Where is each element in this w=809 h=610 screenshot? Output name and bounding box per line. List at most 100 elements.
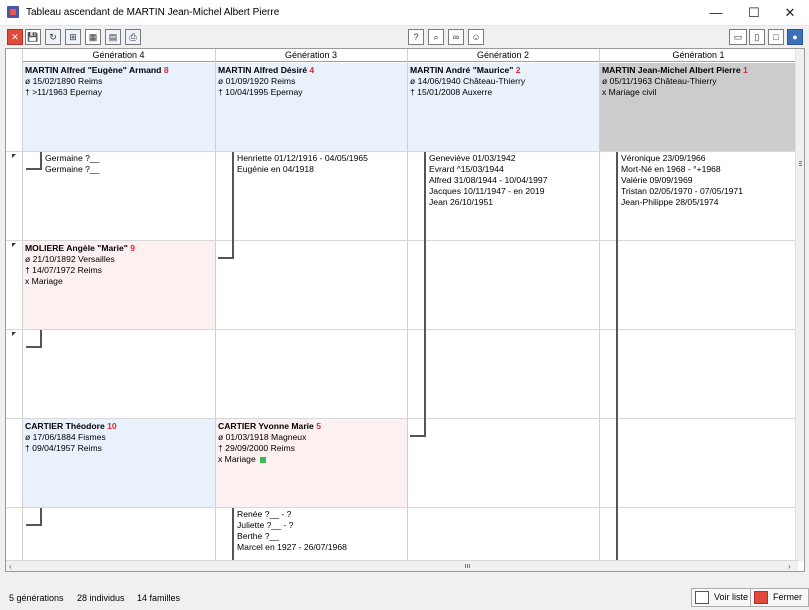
individus-count: 28 individus	[77, 593, 125, 603]
person-name: MARTIN André "Maurice"	[410, 65, 514, 75]
marriage-status-icon	[259, 456, 266, 463]
list-item[interactable]: Jean 26/10/1951	[429, 197, 548, 208]
person-number: 1	[743, 65, 748, 75]
left-gutter	[6, 63, 22, 561]
layout-tall-icon[interactable]: ▯	[749, 29, 765, 45]
header-generation-4[interactable]: Génération 4	[22, 49, 215, 62]
vertical-scrollbar[interactable]	[795, 49, 804, 561]
collapse-marker[interactable]	[12, 154, 16, 158]
person-number: 4	[309, 65, 315, 75]
row-divider	[6, 329, 798, 330]
person-number: 8	[163, 65, 169, 75]
scroll-left-icon[interactable]: ‹	[9, 562, 12, 571]
familles-count: 14 familles	[137, 593, 181, 603]
list-item[interactable]: Valérie 09/09/1969	[621, 175, 743, 186]
collapse-marker[interactable]	[12, 243, 16, 247]
marriage-info: x Mariage	[25, 276, 63, 286]
title-bar: Tableau ascendant de MARTIN Jean-Michel …	[0, 0, 809, 26]
binoculars-icon[interactable]: ∞	[448, 29, 464, 45]
list-item[interactable]: Juliette ?__ - ?	[237, 520, 347, 531]
list-item[interactable]: Marcel en 1927 - 26/07/1968	[237, 542, 347, 553]
list-item[interactable]: Véronique 23/09/1966	[621, 153, 743, 164]
list-item[interactable]: Tristan 02/05/1970 - 07/05/1971	[621, 186, 743, 197]
connector-line	[26, 168, 42, 170]
person-blue-icon[interactable]: ●	[787, 29, 803, 45]
fermer-button[interactable]: Fermer	[750, 588, 809, 607]
sibling-list: Germaine ?__ Germaine ?__	[45, 153, 99, 175]
refresh-icon[interactable]: ↻	[45, 29, 61, 45]
layout-box-icon[interactable]: □	[768, 29, 784, 45]
list-item[interactable]: Geneviève 01/03/1942	[429, 153, 548, 164]
sibling-list: Renée ?__ - ? Juliette ?__ - ? Berthe ?_…	[237, 509, 347, 553]
person-name: CARTIER Yvonne Marie	[218, 421, 314, 431]
death-info: † >11/1963 Epernay	[25, 87, 103, 97]
header-generation-2[interactable]: Génération 2	[407, 49, 599, 62]
person-card-10[interactable]: CARTIER Théodore 10 ø 17/06/1884 Fismes …	[23, 419, 215, 507]
death-info: † 09/04/1957 Reims	[25, 443, 102, 453]
list-icon	[695, 591, 709, 604]
connector-line	[40, 152, 42, 169]
person-card-9[interactable]: MOLIERE Angèle "Marie" 9 ø 21/10/1892 Ve…	[23, 241, 215, 329]
voir-liste-button[interactable]: Voir liste	[691, 588, 756, 607]
person-name: MARTIN Jean-Michel Albert Pierre	[602, 65, 741, 75]
person-card-1[interactable]: MARTIN Jean-Michel Albert Pierre 1 ø 05/…	[600, 63, 798, 151]
list-item[interactable]: Alfred 31/08/1944 - 10/04/1997	[429, 175, 548, 186]
save-icon[interactable]: 💾	[25, 29, 41, 45]
help-icon[interactable]: ?	[408, 29, 424, 45]
list-item[interactable]: Berthe ?__	[237, 531, 347, 542]
scroll-grip	[799, 163, 802, 164]
marriage-info: x Mariage	[218, 454, 256, 464]
voir-liste-label: Voir liste	[714, 592, 749, 602]
horizontal-scrollbar[interactable]: ‹ ›	[6, 560, 798, 571]
header-generation-1[interactable]: Génération 1	[599, 49, 798, 62]
connector-line	[424, 152, 426, 437]
print-icon[interactable]: ⎙	[125, 29, 141, 45]
list-item[interactable]: Evrard ^15/03/1944	[429, 164, 548, 175]
list-item[interactable]: Germaine ?__	[45, 153, 99, 164]
list-item[interactable]: Jean-Philippe 28/05/1974	[621, 197, 743, 208]
collapse-marker[interactable]	[12, 332, 16, 336]
marriage-info: x Mariage civil	[602, 87, 657, 97]
scroll-grip	[469, 564, 470, 568]
search-icon[interactable]: ⌕	[428, 29, 444, 45]
header-generation-3[interactable]: Génération 3	[215, 49, 407, 62]
film-icon[interactable]: ▦	[85, 29, 101, 45]
person-name: CARTIER Théodore	[25, 421, 105, 431]
tree-icon[interactable]: ⊞	[65, 29, 81, 45]
person-number: 10	[107, 421, 117, 431]
app-icon	[7, 6, 19, 18]
list-item[interactable]: Germaine ?__	[45, 164, 99, 175]
person-name: MOLIERE Angèle "Marie"	[25, 243, 128, 253]
maximize-button[interactable]: ☐	[735, 0, 773, 26]
scroll-right-icon[interactable]: ›	[788, 562, 791, 571]
person-card-8[interactable]: MARTIN Alfred "Eugène" Armand 8 ø 15/02/…	[23, 63, 215, 151]
list-item[interactable]: Henriette 01/12/1916 - 04/05/1965	[237, 153, 368, 164]
minimize-button[interactable]: —	[697, 0, 735, 26]
close-red-icon[interactable]: ✕	[7, 29, 23, 45]
connector-line	[40, 508, 42, 525]
list-item[interactable]: Jacques 10/11/1947 - en 2019	[429, 186, 548, 197]
death-info: † 10/04/1995 Epernay	[218, 87, 303, 97]
person-number: 9	[130, 243, 136, 253]
layout-wide-icon[interactable]: ▭	[729, 29, 747, 45]
ancestor-grid: Génération 4 Génération 3 Génération 2 G…	[5, 48, 805, 572]
birth-info: ø 01/03/1918 Magneux	[218, 432, 307, 442]
person-name: MARTIN Alfred Désiré	[218, 65, 307, 75]
row-divider	[6, 507, 798, 508]
scroll-grip	[465, 564, 466, 568]
fermer-label: Fermer	[773, 592, 802, 602]
list-item[interactable]: Eugénie en 04/1918	[237, 164, 368, 175]
birth-info: ø 15/02/1890 Reims	[25, 76, 103, 86]
list-item[interactable]: Mort-Né en 1968 - °+1968	[621, 164, 743, 175]
person-card-2[interactable]: MARTIN André "Maurice" 2 ø 14/06/1940 Ch…	[408, 63, 599, 151]
person-icon[interactable]: ☺	[468, 29, 484, 45]
table-icon[interactable]: ▤	[105, 29, 121, 45]
birth-info: ø 21/10/1892 Versailles	[25, 254, 115, 264]
birth-info: ø 17/06/1884 Fismes	[25, 432, 106, 442]
list-item[interactable]: Renée ?__ - ?	[237, 509, 347, 520]
close-button[interactable]: ✕	[771, 0, 809, 26]
birth-info: ø 05/11/1963 Château-Thierry	[602, 76, 717, 86]
row-divider	[6, 151, 798, 152]
person-card-5[interactable]: CARTIER Yvonne Marie 5 ø 01/03/1918 Magn…	[216, 419, 407, 507]
person-card-4[interactable]: MARTIN Alfred Désiré 4 ø 01/09/1920 Reim…	[216, 63, 407, 151]
